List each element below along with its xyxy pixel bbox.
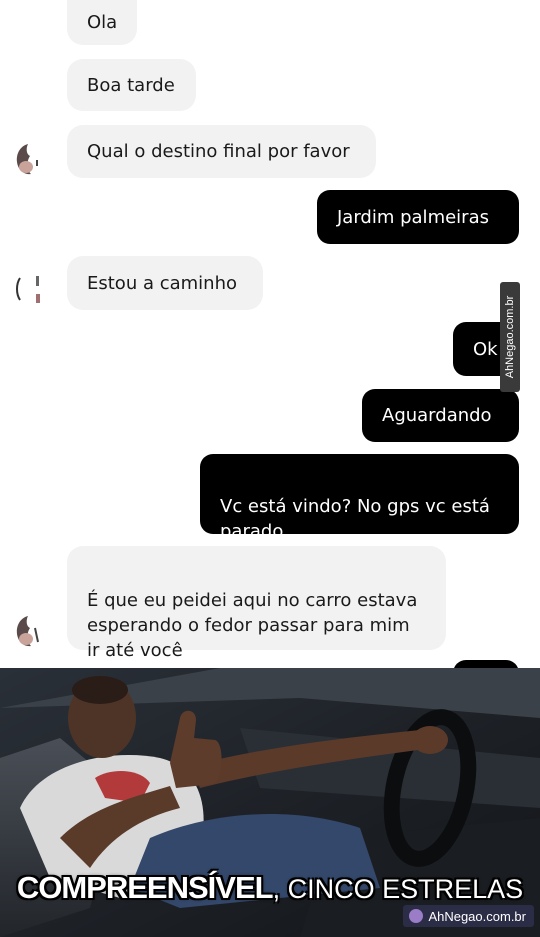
sent-message: Vc está vindo? No gps vc está parado [200,454,519,542]
received-message: Ola [67,0,137,45]
caption-bold: COMPREENSÍVEL [16,870,274,905]
message-text: É que eu peidei aqui no carro estava esp… [87,590,418,661]
meme-caption: COMPREENSÍVEL, CINCO ESTRELAS [0,870,540,906]
received-message: Boa tarde [67,59,196,111]
brand-badge: AhNegao.com.br [403,905,534,927]
driver-avatar-icon [16,616,39,647]
message-text: Ola [87,12,118,33]
brand-logo-icon [409,909,424,923]
message-text: Qual o destino final por favor [87,141,350,162]
driver-avatar-icon [16,276,40,303]
received-message: É que eu peidei aqui no carro estava esp… [67,546,446,661]
driver-avatar-icon [16,144,38,175]
message-text: Estou a caminho [87,272,237,294]
sent-message: Jardim palmeiras [317,190,519,244]
message-text: Jardim palmeiras [337,206,489,228]
chat-thread: Ola Boa tarde Qual o destino final por f… [0,0,540,668]
watermark-text: AhNegao.com.br [504,295,516,379]
message-text: Vc está vindo? No gps vc está parado [220,496,490,542]
message-text: Boa tarde [87,74,175,96]
brand-text: AhNegao.com.br [428,908,526,924]
message-text: Ok [473,338,498,360]
caption-comma: , [272,874,281,904]
message-text: Aguardando [382,405,492,426]
received-message: Qual o destino final por favor [67,125,376,178]
sent-message-partial [453,660,519,668]
received-message: Estou a caminho [67,256,263,310]
caption-regular: CINCO ESTRELAS [280,874,524,904]
watermark-tag: AhNegao.com.br [500,282,520,392]
sent-message: Aguardando [362,389,519,442]
